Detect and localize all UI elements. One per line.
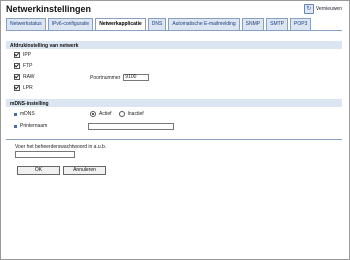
mdns-row: mDNS bbox=[14, 111, 35, 117]
port-row: Poortnummer 9100 bbox=[90, 74, 150, 81]
port-label: Poortnummer bbox=[90, 74, 121, 81]
bullet-icon bbox=[14, 124, 17, 128]
section-header-print: Afdrukinstelling van netwerk bbox=[6, 41, 342, 49]
ipp-label: IPP bbox=[23, 52, 32, 58]
checkbox-row-lpr[interactable]: LPR bbox=[14, 85, 33, 91]
raw-label: RAW bbox=[23, 74, 35, 80]
bullet-icon bbox=[14, 112, 17, 116]
raw-checkbox[interactable] bbox=[14, 74, 20, 80]
lpr-label: LPR bbox=[23, 85, 33, 91]
ftp-label: FTP bbox=[23, 63, 33, 69]
refresh-button[interactable]: ↻ Vernieuwen bbox=[303, 4, 342, 14]
ok-button[interactable]: OK bbox=[17, 166, 60, 175]
page-frame bbox=[0, 0, 350, 260]
checkbox-row-ipp[interactable]: IPP bbox=[14, 52, 31, 58]
mdns-active-radio[interactable] bbox=[90, 111, 96, 117]
ftp-checkbox[interactable] bbox=[14, 63, 20, 69]
section-divider bbox=[6, 139, 342, 140]
mdns-label: mDNS bbox=[20, 111, 35, 117]
mdns-inactive-radio[interactable] bbox=[118, 111, 125, 117]
mdns-inactive-label: Inactief bbox=[127, 111, 144, 117]
checkbox-row-ftp[interactable]: FTP bbox=[14, 63, 32, 69]
page-title: Netwerkinstellingen bbox=[6, 4, 92, 14]
section-header-mdns: mDNS-instelling bbox=[6, 99, 342, 107]
mdns-radio-group: Actief Inactief bbox=[90, 111, 144, 117]
admin-password-input[interactable] bbox=[15, 151, 75, 158]
port-number-input[interactable]: 9100 bbox=[123, 74, 150, 81]
printer-name-input[interactable] bbox=[88, 123, 174, 130]
tab-underline bbox=[6, 30, 342, 31]
cancel-button[interactable]: Annuleren bbox=[63, 166, 106, 175]
refresh-icon: ↻ bbox=[303, 4, 314, 14]
printer-name-label: Printernaam bbox=[20, 123, 48, 129]
refresh-label: Vernieuwen bbox=[315, 6, 342, 12]
checkbox-row-raw[interactable]: RAW bbox=[14, 74, 34, 80]
mdns-active-label: Actief bbox=[99, 111, 112, 117]
ipp-checkbox[interactable] bbox=[14, 52, 20, 58]
admin-password-prompt: Voer het beheerderswachtwoord in a.u.b. bbox=[15, 144, 107, 150]
lpr-checkbox[interactable] bbox=[14, 85, 20, 91]
printer-name-row: Printernaam bbox=[14, 123, 47, 129]
